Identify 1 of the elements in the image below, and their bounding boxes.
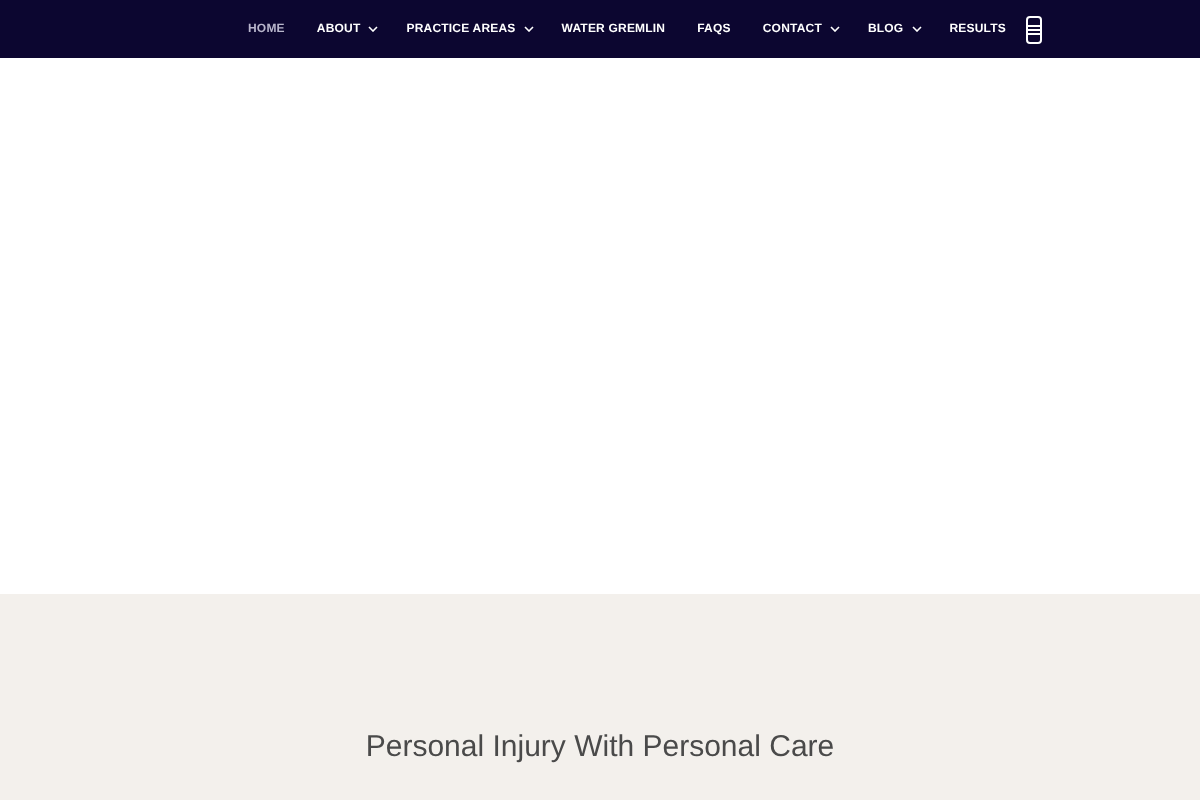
section-heading: Personal Injury With Personal Care [365, 730, 835, 768]
